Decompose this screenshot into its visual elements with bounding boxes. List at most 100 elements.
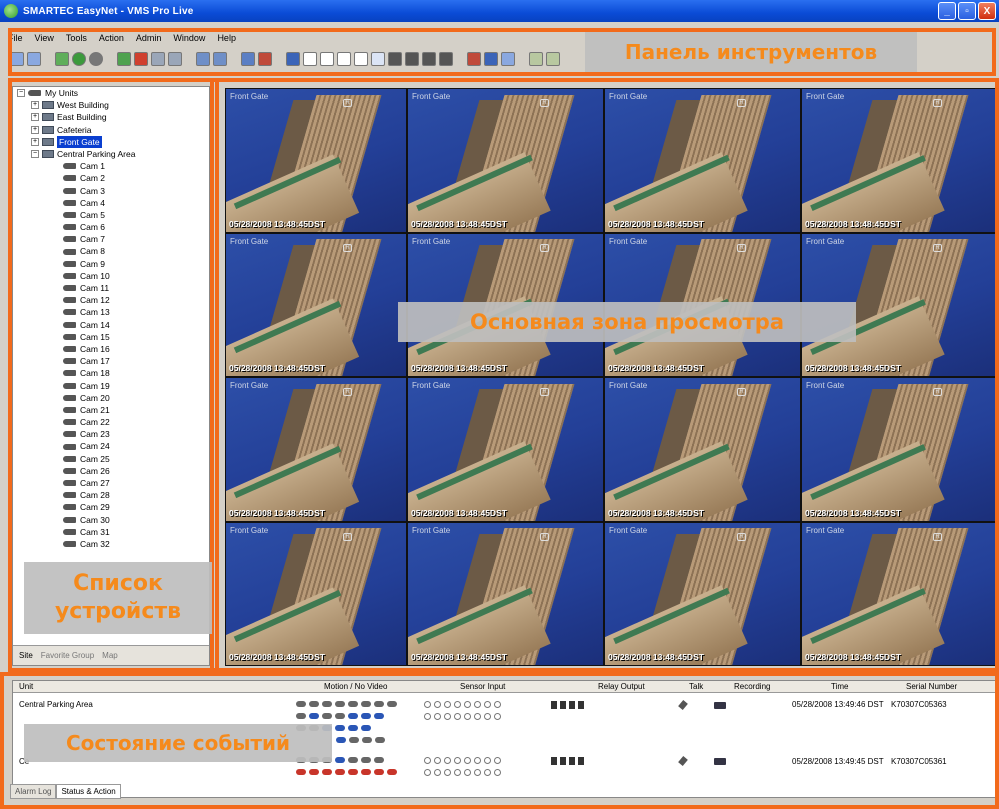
connect-icon[interactable] (55, 52, 69, 66)
stop-icon[interactable] (134, 52, 148, 66)
layout-3x3-icon[interactable] (337, 52, 351, 66)
tree-site-cafeteria[interactable]: + Cafeteria (17, 124, 207, 136)
restore-button[interactable]: ▫ (958, 2, 976, 20)
tab-site[interactable]: Site (19, 651, 33, 660)
record-icon[interactable] (117, 52, 131, 66)
tree-root[interactable]: − My Units (17, 87, 207, 99)
tree-camera[interactable]: Cam 13 (17, 306, 207, 318)
tree-camera[interactable]: Cam 31 (17, 526, 207, 538)
video-tile[interactable]: Front Gate 05/28/2008 13:48:45DST R (604, 377, 801, 522)
col-serial[interactable]: Serial Number (906, 682, 957, 691)
col-recording[interactable]: Recording (734, 682, 770, 691)
collapse-icon[interactable]: − (31, 150, 39, 159)
sequence-icon[interactable] (467, 52, 481, 66)
video-tile[interactable]: Front Gate 05/28/2008 13:48:45DST R (801, 521, 997, 666)
video-tile[interactable]: Front Gate 05/28/2008 13:48:45DST R (407, 377, 604, 522)
tree-camera[interactable]: Cam 7 (17, 233, 207, 245)
alarm-icon[interactable] (258, 52, 272, 66)
tree-camera[interactable]: Cam 23 (17, 428, 207, 440)
snapshot-icon[interactable] (196, 52, 210, 66)
tree-site-central-parking[interactable]: − Central Parking Area (17, 148, 207, 160)
col-time[interactable]: Time (831, 682, 848, 691)
expand-icon[interactable]: + (31, 137, 39, 146)
audio-icon[interactable] (501, 52, 515, 66)
tree-camera[interactable]: Cam 17 (17, 355, 207, 367)
collapse-icon[interactable]: − (17, 89, 25, 98)
tree-camera[interactable]: Cam 25 (17, 453, 207, 465)
col-relay[interactable]: Relay Output (598, 682, 645, 691)
expand-icon[interactable]: + (31, 101, 39, 110)
zoom-out-icon[interactable] (546, 52, 560, 66)
tree-camera[interactable]: Cam 3 (17, 185, 207, 197)
menu-admin[interactable]: Admin (136, 33, 162, 46)
tree-camera[interactable]: Cam 1 (17, 160, 207, 172)
tab-map[interactable]: Map (102, 651, 118, 660)
video-tile[interactable]: Front Gate 05/28/2008 13:48:45DST R (801, 88, 997, 233)
layout-icon[interactable] (27, 52, 41, 66)
layout-2x2-icon[interactable] (320, 52, 334, 66)
settings-icon[interactable] (89, 52, 103, 66)
tree-camera[interactable]: Cam 16 (17, 343, 207, 355)
tree-camera[interactable]: Cam 22 (17, 416, 207, 428)
tree-camera[interactable]: Cam 15 (17, 331, 207, 343)
tree-camera[interactable]: Cam 32 (17, 538, 207, 550)
tree-camera[interactable]: Cam 24 (17, 440, 207, 452)
fullscreen-icon[interactable] (484, 52, 498, 66)
tree-camera[interactable]: Cam 2 (17, 172, 207, 184)
layout-custom3-icon[interactable] (439, 52, 453, 66)
col-sensor[interactable]: Sensor Input (460, 682, 505, 691)
video-tile[interactable]: Front Gate 05/28/2008 13:48:45DST R (801, 377, 997, 522)
expand-icon[interactable]: + (31, 125, 39, 134)
video-tile[interactable]: Front Gate 05/28/2008 13:48:45DST R (225, 232, 407, 377)
tree-camera[interactable]: Cam 12 (17, 294, 207, 306)
menu-window[interactable]: Window (173, 33, 205, 46)
tree-camera[interactable]: Cam 14 (17, 319, 207, 331)
tree-site-east[interactable]: + East Building (17, 111, 207, 123)
video-tile[interactable]: Front Gate 05/28/2008 13:48:45DST R (225, 377, 407, 522)
tree-camera[interactable]: Cam 21 (17, 404, 207, 416)
close-button[interactable]: X (978, 2, 996, 20)
video-tile[interactable]: Front Gate 05/28/2008 13:48:45DST R (604, 521, 801, 666)
zoom-in-icon[interactable] (529, 52, 543, 66)
layout-custom-icon[interactable] (405, 52, 419, 66)
tree-camera[interactable]: Cam 8 (17, 245, 207, 257)
menu-help[interactable]: Help (217, 33, 236, 46)
play-icon[interactable] (72, 52, 86, 66)
tree-camera[interactable]: Cam 28 (17, 489, 207, 501)
relay-icon[interactable] (551, 701, 557, 709)
tree-site-west[interactable]: + West Building (17, 99, 207, 111)
menu-action[interactable]: Action (99, 33, 124, 46)
tree-camera[interactable]: Cam 5 (17, 209, 207, 221)
col-unit[interactable]: Unit (19, 682, 33, 691)
layout-5x5-icon[interactable] (371, 52, 385, 66)
menu-view[interactable]: View (35, 33, 54, 46)
layout-custom2-icon[interactable] (422, 52, 436, 66)
relay-icon[interactable] (560, 757, 566, 765)
tree-camera[interactable]: Cam 10 (17, 270, 207, 282)
relay-icon[interactable] (560, 701, 566, 709)
tab-favorite-group[interactable]: Favorite Group (41, 651, 94, 660)
tree-camera[interactable]: Cam 27 (17, 477, 207, 489)
tree-camera[interactable]: Cam 18 (17, 367, 207, 379)
relay-icon[interactable] (569, 701, 575, 709)
monitor-icon[interactable] (241, 52, 255, 66)
tab-status-action[interactable]: Status & Action (56, 784, 121, 799)
menu-file[interactable]: File (8, 33, 23, 46)
layout-auto-icon[interactable] (286, 52, 300, 66)
video-tile[interactable]: Front Gate 05/28/2008 13:48:45DST R (407, 521, 604, 666)
relay-icon[interactable] (569, 757, 575, 765)
tree-camera[interactable]: Cam 6 (17, 221, 207, 233)
tree-camera[interactable]: Cam 9 (17, 258, 207, 270)
tree-camera[interactable]: Cam 19 (17, 380, 207, 392)
relay-icon[interactable] (578, 701, 584, 709)
tree-site-front-gate[interactable]: + Front Gate (17, 135, 207, 148)
export-icon[interactable] (168, 52, 182, 66)
relay-icon[interactable] (578, 757, 584, 765)
tree-camera[interactable]: Cam 11 (17, 282, 207, 294)
tree-camera[interactable]: Cam 20 (17, 392, 207, 404)
expand-icon[interactable]: + (31, 113, 39, 122)
col-motion[interactable]: Motion / No Video (324, 682, 387, 691)
site-view-icon[interactable] (10, 52, 24, 66)
microphone-icon[interactable] (678, 756, 688, 766)
tree-camera[interactable]: Cam 4 (17, 197, 207, 209)
